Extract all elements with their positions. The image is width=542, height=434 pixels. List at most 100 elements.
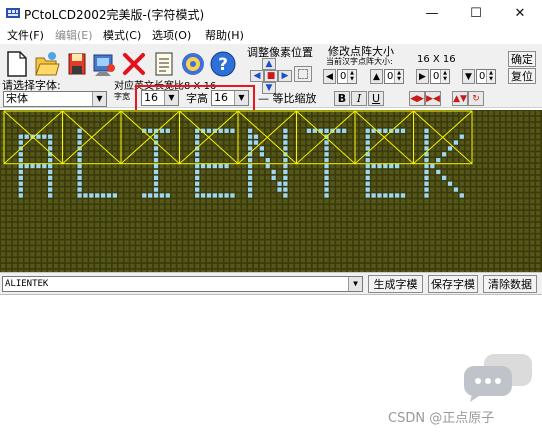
lcd-pixel-off[interactable] <box>430 187 435 192</box>
lcd-pixel-off[interactable] <box>412 240 417 245</box>
lcd-pixel-off[interactable] <box>512 216 517 222</box>
lcd-pixel-on[interactable] <box>324 181 329 186</box>
italic-button[interactable]: I <box>351 91 367 106</box>
lcd-pixel-off[interactable] <box>159 240 165 245</box>
lcd-pixel-off[interactable] <box>471 193 476 198</box>
lcd-pixel-off[interactable] <box>230 234 235 239</box>
lcd-pixel-off[interactable] <box>295 222 300 228</box>
lcd-pixel-on[interactable] <box>153 152 159 157</box>
lcd-pixel-off[interactable] <box>242 193 247 198</box>
lcd-pixel-off[interactable] <box>95 258 100 263</box>
lcd-pixel-off[interactable] <box>48 240 53 245</box>
lcd-pixel-off[interactable] <box>494 246 500 251</box>
lcd-pixel-off[interactable] <box>418 210 423 216</box>
lcd-pixel-off[interactable] <box>24 258 29 263</box>
lcd-pixel-off[interactable] <box>271 187 276 192</box>
lcd-pixel-off[interactable] <box>165 158 170 163</box>
lcd-pixel-off[interactable] <box>371 228 376 233</box>
lcd-pixel-off[interactable] <box>400 181 406 186</box>
lcd-pixel-off[interactable] <box>324 258 329 263</box>
lcd-pixel-off[interactable] <box>353 181 359 186</box>
lcd-pixel-off[interactable] <box>336 205 341 210</box>
lcd-pixel-off[interactable] <box>353 252 359 257</box>
lcd-pixel-on[interactable] <box>247 163 253 169</box>
lcd-pixel-off[interactable] <box>359 258 364 263</box>
lcd-pixel-off[interactable] <box>447 116 453 122</box>
lcd-pixel-off[interactable] <box>142 252 147 257</box>
lcd-pixel-off[interactable] <box>289 181 294 186</box>
lcd-pixel-off[interactable] <box>130 169 135 175</box>
lcd-pixel-off[interactable] <box>106 246 112 251</box>
lcd-pixel-off[interactable] <box>536 111 541 116</box>
lcd-pixel-off[interactable] <box>430 175 435 180</box>
lcd-pixel-off[interactable] <box>271 199 276 204</box>
lcd-pixel-on[interactable] <box>283 146 288 151</box>
menu-mode[interactable]: 模式(C) <box>103 27 141 43</box>
lcd-pixel-off[interactable] <box>412 228 417 233</box>
lcd-pixel-off[interactable] <box>371 175 376 180</box>
lcd-pixel-off[interactable] <box>271 222 276 228</box>
lcd-pixel-off[interactable] <box>459 234 464 239</box>
lcd-pixel-off[interactable] <box>224 240 229 245</box>
lcd-pixel-off[interactable] <box>48 252 53 257</box>
lcd-pixel-off[interactable] <box>406 140 412 145</box>
lcd-pixel-on[interactable] <box>77 169 82 175</box>
lcd-pixel-off[interactable] <box>289 222 294 228</box>
lcd-pixel-on[interactable] <box>383 128 388 133</box>
lcd-pixel-off[interactable] <box>130 175 135 180</box>
lcd-pixel-on[interactable] <box>453 187 459 192</box>
lcd-pixel-off[interactable] <box>465 205 470 210</box>
lcd-pixel-off[interactable] <box>59 116 65 122</box>
lcd-pixel-off[interactable] <box>171 152 176 157</box>
lcd-pixel-off[interactable] <box>330 158 335 163</box>
lcd-pixel-off[interactable] <box>12 158 18 163</box>
lcd-pixel-off[interactable] <box>530 193 535 198</box>
lcd-pixel-off[interactable] <box>212 210 217 216</box>
lcd-pixel-off[interactable] <box>359 240 364 245</box>
lcd-pixel-off[interactable] <box>136 181 141 186</box>
lcd-pixel-off[interactable] <box>324 228 329 233</box>
lcd-pixel-off[interactable] <box>377 169 382 175</box>
lcd-pixel-off[interactable] <box>424 252 429 257</box>
lcd-pixel-off[interactable] <box>100 140 106 145</box>
lcd-pixel-off[interactable] <box>236 169 241 175</box>
lcd-pixel-off[interactable] <box>271 163 276 169</box>
lcd-pixel-off[interactable] <box>230 187 235 192</box>
lcd-pixel-off[interactable] <box>18 128 23 133</box>
lcd-pixel-off[interactable] <box>112 199 118 204</box>
lcd-pixel-off[interactable] <box>277 252 282 257</box>
lcd-pixel-off[interactable] <box>206 146 212 151</box>
lcd-pixel-off[interactable] <box>312 152 317 157</box>
lcd-pixel-on[interactable] <box>153 158 159 163</box>
lcd-pixel-off[interactable] <box>189 199 194 204</box>
lcd-pixel-off[interactable] <box>77 199 82 204</box>
lcd-pixel-off[interactable] <box>95 187 100 192</box>
lcd-pixel-off[interactable] <box>418 134 423 139</box>
lcd-pixel-off[interactable] <box>400 240 406 245</box>
lcd-pixel-off[interactable] <box>483 175 488 180</box>
lcd-pixel-off[interactable] <box>124 175 129 180</box>
lcd-pixel-off[interactable] <box>224 210 229 216</box>
lcd-pixel-off[interactable] <box>289 252 294 257</box>
lcd-pixel-off[interactable] <box>259 163 265 169</box>
lcd-pixel-off[interactable] <box>371 205 376 210</box>
lcd-pixel-off[interactable] <box>48 210 53 216</box>
lcd-pixel-off[interactable] <box>318 116 323 122</box>
lcd-pixel-off[interactable] <box>259 210 265 216</box>
lcd-pixel-off[interactable] <box>153 252 159 257</box>
lcd-pixel-off[interactable] <box>289 122 294 128</box>
lcd-pixel-off[interactable] <box>6 169 12 175</box>
lcd-pixel-on[interactable] <box>365 193 370 198</box>
lcd-pixel-off[interactable] <box>530 210 535 216</box>
lcd-pixel-off[interactable] <box>95 222 100 228</box>
lcd-pixel-off[interactable] <box>471 222 476 228</box>
lcd-pixel-off[interactable] <box>53 216 59 222</box>
lcd-pixel-off[interactable] <box>418 252 423 257</box>
lcd-pixel-off[interactable] <box>24 222 29 228</box>
lcd-pixel-off[interactable] <box>42 258 47 263</box>
lcd-pixel-off[interactable] <box>206 187 212 192</box>
lcd-pixel-off[interactable] <box>83 163 88 169</box>
char-height-select[interactable]: 16 ▼ <box>211 90 249 106</box>
lcd-pixel-off[interactable] <box>218 169 223 175</box>
lcd-pixel-off[interactable] <box>400 146 406 151</box>
